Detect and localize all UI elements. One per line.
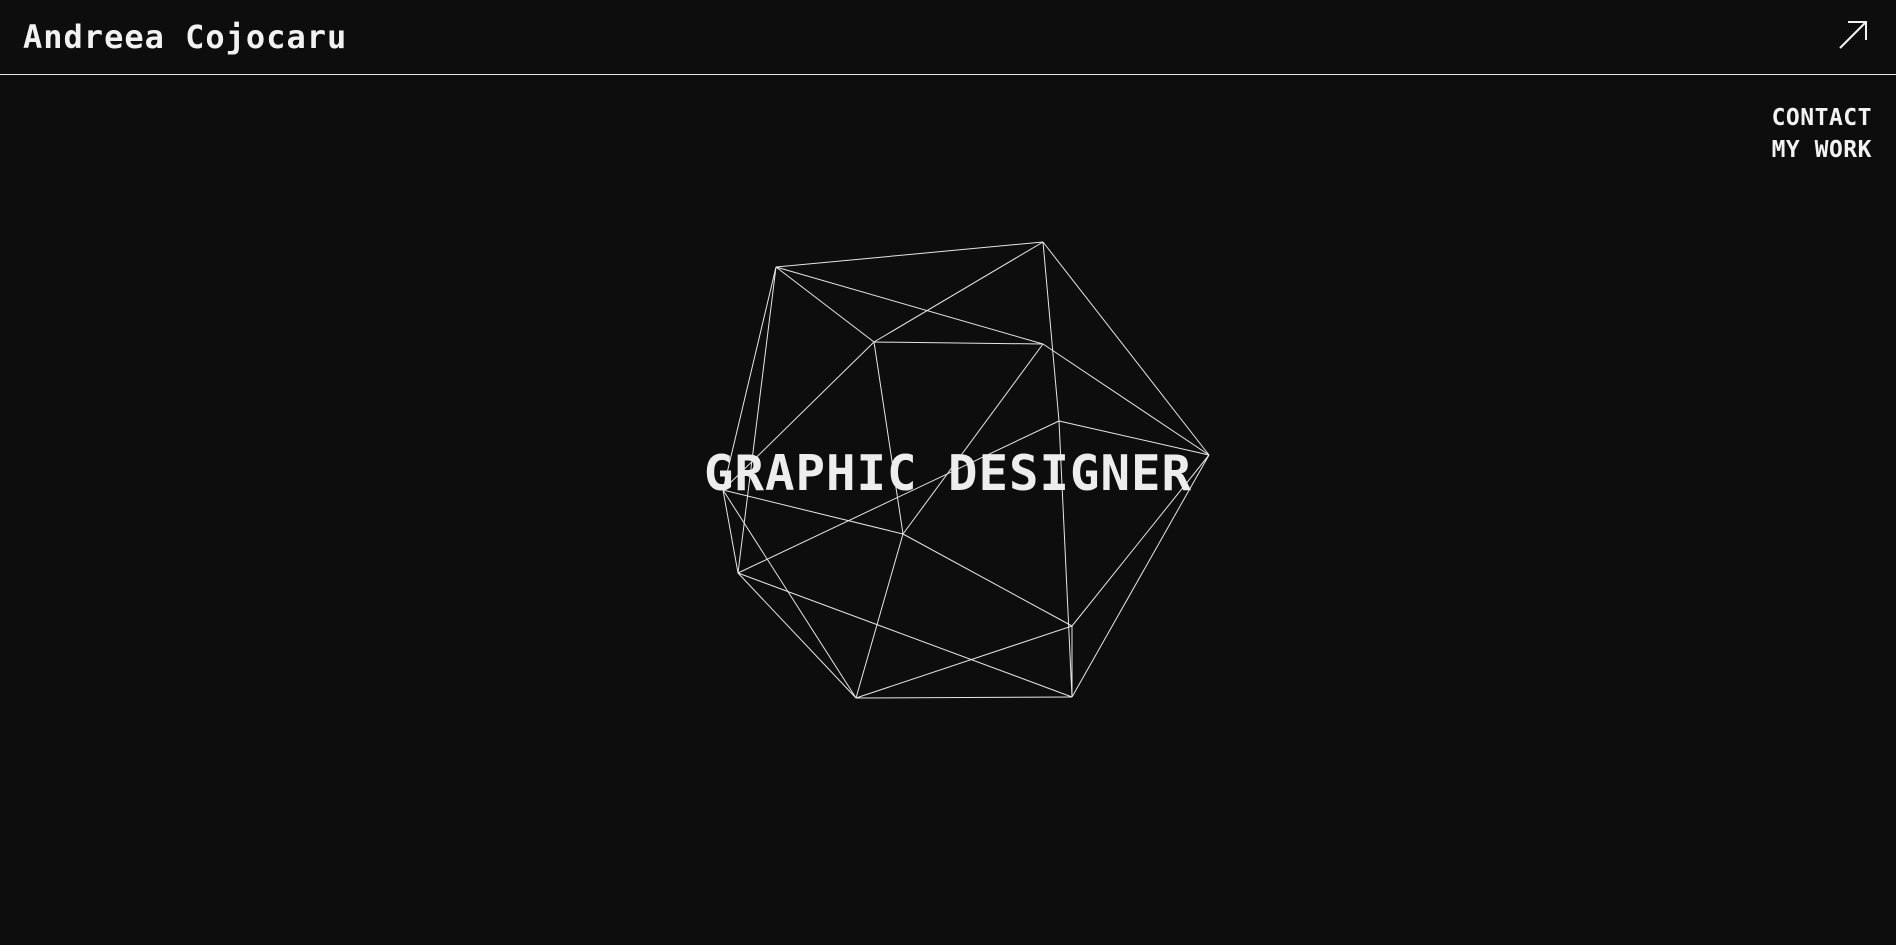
nav-my-work-link[interactable]: MY WORK	[1772, 134, 1872, 166]
site-name[interactable]: Andreea Cojocaru	[23, 18, 347, 56]
main-nav: CONTACT MY WORK	[1772, 102, 1872, 166]
arrow-up-right-icon[interactable]	[1836, 18, 1870, 52]
hero-title: GRAPHIC DESIGNER	[703, 445, 1192, 502]
nav-contact-link[interactable]: CONTACT	[1772, 102, 1872, 134]
top-bar: Andreea Cojocaru	[0, 0, 1896, 75]
